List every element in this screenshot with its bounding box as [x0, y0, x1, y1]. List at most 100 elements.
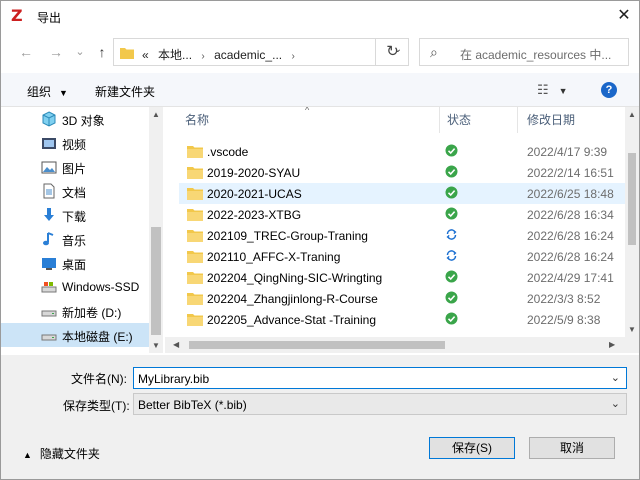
file-row[interactable]: 202110_AFFC-X-Traning 2022/6/28 16:24 — [179, 246, 625, 267]
view-options-button[interactable]: ☷ ▼ — [537, 82, 568, 98]
refresh-button[interactable]: ↻ — [375, 38, 409, 66]
syncing-icon — [446, 250, 457, 261]
scroll-left-icon[interactable]: ◀ — [173, 340, 179, 349]
address-prefix[interactable]: « — [142, 48, 149, 62]
file-row[interactable]: 2020-2021-UCAS 2022/6/25 18:48 — [179, 183, 625, 204]
filename-label: 文件名(N): — [71, 372, 127, 386]
file-date: 2022/4/17 9:39 — [527, 145, 608, 159]
save-options-panel: 文件名(N): MyLibrary.bib ⌄ 保存类型(T): Better … — [1, 355, 639, 479]
file-date: 2022/6/28 16:34 — [527, 208, 614, 222]
sidebar-item-label: 视频 — [62, 138, 87, 152]
pictures-icon — [41, 161, 57, 174]
file-name: 202205_Advance-Stat -Training — [207, 313, 376, 327]
file-list-scrollbar[interactable]: ▲ ▼ — [625, 107, 639, 353]
column-header-status[interactable]: 状态 — [447, 107, 471, 133]
file-row[interactable]: 202204_QingNing-SIC-Wringting 2022/4/29 1… — [179, 267, 625, 288]
file-row[interactable]: 202204_Zhangjinlong-R-Course 2022/3/3 8:5… — [179, 288, 625, 309]
search-icon: ⌕ — [430, 44, 438, 60]
file-name: 2020-2021-UCAS — [207, 187, 302, 201]
file-type-label: 保存类型(T): — [63, 399, 130, 413]
chevron-down-icon[interactable]: ⌄ — [611, 397, 620, 410]
sync-complete-icon — [445, 207, 458, 220]
save-dialog: Z 导出 ✕ ← → ⌄ ↑ « 本地... › academic_... › … — [0, 0, 640, 480]
filename-input[interactable]: MyLibrary.bib ⌄ — [133, 367, 627, 389]
folder-icon — [187, 209, 203, 221]
chevron-down-icon[interactable]: ⌄ — [611, 371, 620, 384]
hide-folders-toggle[interactable]: ▲ 隐藏文件夹 — [23, 445, 100, 462]
scroll-down-icon[interactable]: ▼ — [628, 325, 636, 334]
file-list-horizontal-scrollbar[interactable]: ◀ ▶ — [165, 337, 625, 353]
sidebar-item-windows-ssd[interactable]: Windows-SSD — [1, 275, 149, 299]
sidebar-item-label: 新加卷 (D:) — [62, 306, 122, 320]
sidebar-item-documents[interactable]: 文档 — [1, 179, 149, 203]
column-header-name[interactable]: 名称 — [185, 107, 209, 133]
scroll-down-icon[interactable]: ▼ — [152, 341, 160, 350]
address-bar[interactable]: « 本地... › academic_... › ⌄ — [113, 38, 409, 66]
scrollbar-thumb[interactable] — [151, 227, 161, 335]
scroll-up-icon[interactable]: ▲ — [628, 110, 636, 119]
scrollbar-thumb[interactable] — [628, 153, 636, 245]
scroll-right-icon[interactable]: ▶ — [609, 340, 615, 349]
breadcrumb-separator-icon[interactable]: › — [201, 51, 204, 62]
file-type-select[interactable]: Better BibTeX (*.bib) ⌄ — [133, 393, 627, 415]
forward-button[interactable]: → — [47, 43, 65, 61]
recent-locations-button[interactable]: ⌄ — [71, 43, 89, 61]
sort-ascending-icon: ^ — [305, 107, 310, 115]
sidebar-item-music[interactable]: 音乐 — [1, 227, 149, 251]
search-box[interactable]: ⌕ 在 academic_resources 中... — [419, 38, 629, 66]
column-divider[interactable] — [439, 107, 440, 133]
file-date: 2022/6/28 16:24 — [527, 250, 614, 264]
file-date: 2022/5/9 8:38 — [527, 313, 601, 327]
sidebar-item-drive-e[interactable]: 本地磁盘 (E:) — [1, 323, 149, 347]
sidebar-item-label: 下载 — [62, 210, 87, 224]
sidebar-item-label: 3D 对象 — [62, 114, 105, 128]
title-bar: Z 导出 ✕ — [1, 1, 639, 31]
breadcrumb-academic[interactable]: academic_... — [214, 48, 282, 62]
folder-icon — [187, 251, 203, 263]
organize-button[interactable]: 组织 ▼ — [27, 83, 68, 100]
new-folder-button[interactable]: 新建文件夹 — [95, 83, 155, 100]
desktop-icon — [42, 258, 56, 270]
file-row[interactable]: 2022-2023-XTBG 2022/6/28 16:34 — [179, 204, 625, 225]
file-date: 2022/6/25 18:48 — [527, 187, 614, 201]
organize-label: 组织 — [27, 85, 52, 99]
back-button[interactable]: ← — [17, 43, 35, 61]
filename-value[interactable]: MyLibrary.bib — [138, 372, 209, 386]
up-button[interactable]: ↑ — [93, 43, 111, 61]
cancel-button[interactable]: 取消 — [529, 437, 615, 459]
file-row[interactable]: 202205_Advance-Stat -Training 2022/5/9 8:… — [179, 309, 625, 330]
file-type-value[interactable]: Better BibTeX (*.bib) — [138, 398, 247, 412]
sidebar-item-label: 本地磁盘 (E:) — [62, 330, 133, 344]
sync-complete-icon — [445, 291, 458, 304]
scrollbar-thumb[interactable] — [189, 341, 445, 349]
chevron-up-icon: ▲ — [23, 450, 32, 460]
sync-complete-icon — [445, 144, 458, 157]
sidebar-item-desktop[interactable]: 桌面 — [1, 251, 149, 275]
sidebar-item-3d-objects[interactable]: 3D 对象 — [1, 107, 149, 131]
breadcrumb-local[interactable]: 本地... — [158, 48, 192, 62]
sidebar-item-label: 图片 — [62, 162, 87, 176]
sidebar-scrollbar[interactable]: ▲ ▼ — [149, 107, 163, 353]
navigation-bar: ← → ⌄ ↑ « 本地... › academic_... › ⌄ ↻ ⌕ 在… — [1, 33, 639, 71]
save-button[interactable]: 保存(S) — [429, 437, 515, 459]
file-date: 2022/2/14 16:51 — [527, 166, 614, 180]
sidebar-item-drive-d[interactable]: 新加卷 (D:) — [1, 299, 149, 323]
file-name: 202110_AFFC-X-Traning — [207, 250, 341, 264]
sidebar-item-pictures[interactable]: 图片 — [1, 155, 149, 179]
column-divider[interactable] — [517, 107, 518, 133]
folder-icon — [187, 272, 203, 284]
help-button[interactable]: ? — [601, 82, 617, 98]
sidebar-item-label: 文档 — [62, 186, 87, 200]
file-row[interactable]: 2019-2020-SYAU 2022/2/14 16:51 — [179, 162, 625, 183]
scroll-up-icon[interactable]: ▲ — [152, 110, 160, 119]
close-button[interactable]: ✕ — [609, 1, 639, 31]
column-header-date[interactable]: 修改日期 — [527, 107, 575, 133]
chevron-down-icon: ▼ — [558, 86, 568, 96]
sidebar-item-downloads[interactable]: 下载 — [1, 203, 149, 227]
sidebar-item-videos[interactable]: 视频 — [1, 131, 149, 155]
folder-icon — [187, 146, 203, 158]
file-name: 2019-2020-SYAU — [207, 166, 301, 180]
file-row[interactable]: 202109_TREC-Group-Traning 2022/6/28 16:24 — [179, 225, 625, 246]
file-row[interactable]: .vscode 2022/4/17 9:39 — [179, 141, 625, 162]
breadcrumb-separator-icon[interactable]: › — [291, 51, 294, 62]
